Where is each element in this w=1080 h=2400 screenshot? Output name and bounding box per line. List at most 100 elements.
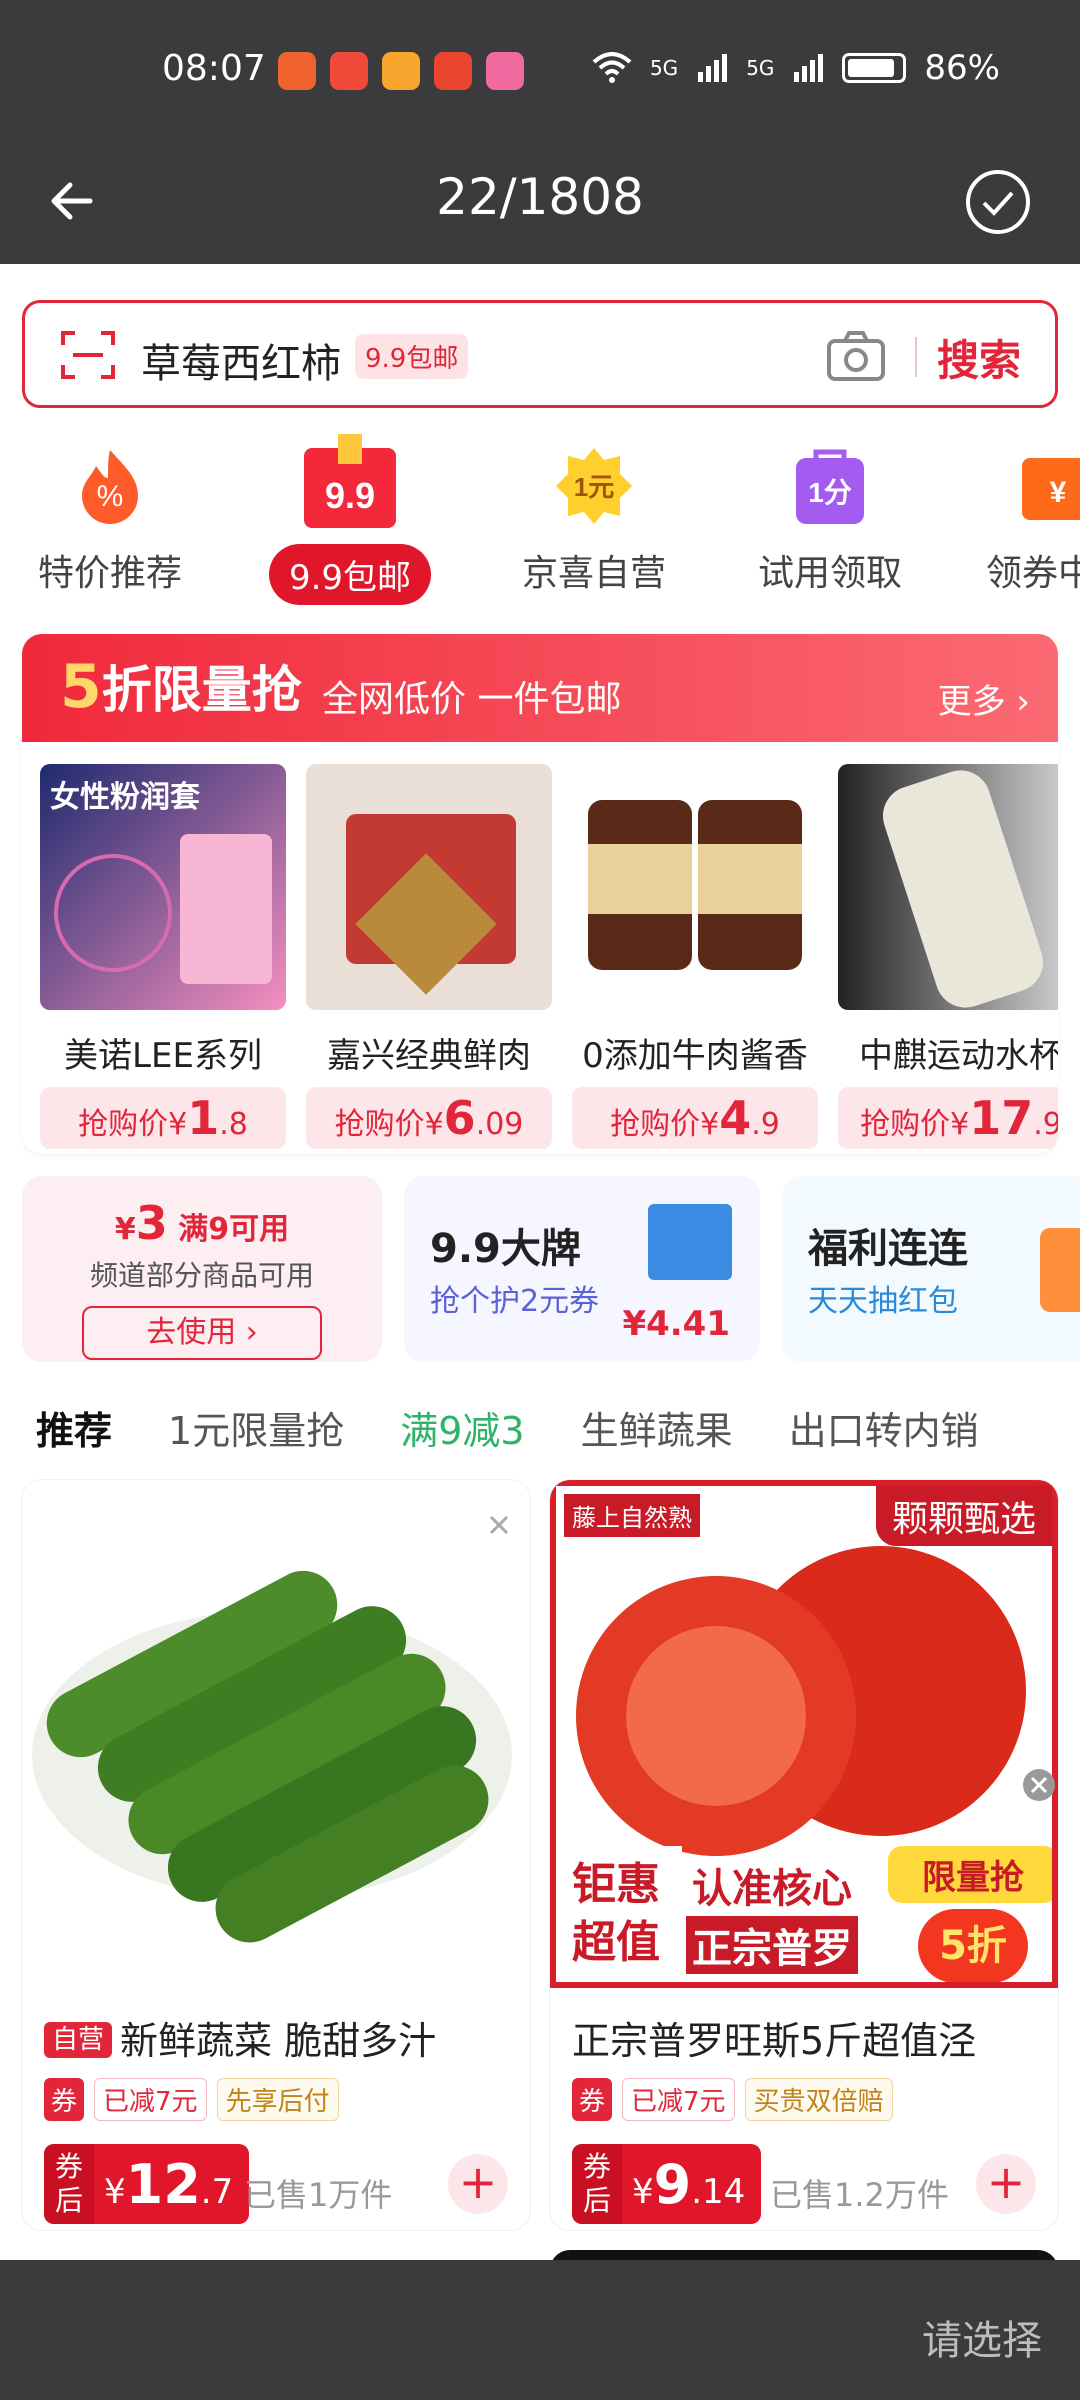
coupon-desc: 频道部分商品可用 <box>89 1259 314 1292</box>
tab-recommend[interactable]: 推荐 <box>36 1400 112 1470</box>
title-bar: 22/1808 <box>0 140 1080 264</box>
flash-sale-section: 5折限量抢 全网低价 一件包邮 更多 › 女性粉润套 美诺LEE系列 抢购价¥1… <box>22 634 1058 1154</box>
tab-fresh[interactable]: 生鲜蔬果 <box>581 1400 733 1470</box>
welfare-title: 福利连连 <box>808 1226 968 1272</box>
app-notification-icon <box>382 52 420 90</box>
promo-row: ¥3 满9可用 频道部分商品可用 去使用 › 9.9大牌 抢个护2元券 ¥4.4… <box>22 1176 1080 1366</box>
product-card[interactable]: 自营 新鲜蔬菜 脆甜多汁 券 已减7元 先享后付 券后 ¥12.7 已售1万件 + <box>22 1480 530 2230</box>
svg-text:9.9: 9.9 <box>325 475 375 516</box>
product-name: 中麒运动水杯 <box>859 1036 1058 1076</box>
network-5g-label: 5G <box>649 56 679 80</box>
category-label: 试用领取 <box>757 553 902 594</box>
product-image <box>306 764 552 1010</box>
brand-card[interactable]: 9.9大牌 抢个护2元券 ¥4.41 <box>404 1176 760 1362</box>
network-5g-label: 5G <box>746 56 775 80</box>
category-item[interactable]: 1分 试用领取 <box>730 430 930 596</box>
check-circle-icon[interactable] <box>962 166 1034 238</box>
search-bar[interactable]: 草莓西红柿 9.9包邮 搜索 <box>22 300 1058 408</box>
product-card[interactable]: 藤上自然熟 颗颗甄选 钜惠 超值 认准核心 正宗普罗 限量抢 5折 正宗普罗旺斯5… <box>550 1480 1058 2230</box>
gift-box-icon: 9.9 <box>300 434 400 530</box>
brand-product-image <box>648 1204 732 1280</box>
svg-text:1元: 1元 <box>574 472 614 502</box>
flash-sale-items: 女性粉润套 美诺LEE系列 抢购价¥1.8 嘉兴经典鲜肉 抢购价¥6.09 0添… <box>40 764 1058 1149</box>
coupon-amount: ¥3 满9可用 <box>114 1196 290 1250</box>
flash-sale-product[interactable]: 中麒运动水杯 抢购价¥17.9 <box>838 764 1058 1149</box>
brand-price: ¥4.41 <box>622 1304 730 1344</box>
svg-text:1分: 1分 <box>808 477 852 508</box>
product-image: 女性粉润套 <box>40 764 286 1010</box>
price-label: 券后 <box>572 2144 622 2224</box>
bag-icon: 1分 <box>788 444 872 528</box>
tab-export[interactable]: 出口转内销 <box>789 1400 979 1470</box>
feed-tabs: 推荐 1元限量抢 满9减3 生鲜蔬果 出口转内销 <box>36 1400 979 1470</box>
category-row: % 特价推荐 9.9 9.9包邮 1元 京喜自营 1分 试用领取 ¥ 领券中 <box>0 430 1080 610</box>
search-button[interactable]: 搜索 <box>937 327 1021 388</box>
page-counter: 22/1808 <box>436 168 644 226</box>
category-label: 9.9包邮 <box>268 544 432 605</box>
flash-sale-header[interactable]: 5折限量抢 全网低价 一件包邮 更多 › <box>22 634 1058 742</box>
image-text: 认准核心 <box>686 1856 858 1914</box>
one-yuan-badge-icon: 1元 <box>552 444 636 528</box>
service-tag: 买贵双倍赔 <box>744 2078 893 2121</box>
next-card-edge <box>550 2250 1058 2260</box>
svg-text:%: % <box>97 480 124 513</box>
close-icon[interactable] <box>488 1514 510 1536</box>
battery-icon <box>842 53 907 83</box>
flash-sale-subtitle: 全网低价 一件包邮 <box>322 679 622 720</box>
coupon-badge: 券 <box>572 2078 613 2121</box>
flash-sale-product[interactable]: 0添加牛肉酱香 抢购价¥4.9 <box>572 764 818 1149</box>
app-notification-icon <box>486 52 524 90</box>
discount-tag: 已减7元 <box>622 2078 735 2121</box>
close-icon[interactable] <box>1022 1768 1056 1802</box>
camera-icon[interactable] <box>825 327 887 385</box>
product-price: 抢购价¥6.09 <box>306 1087 552 1149</box>
price-value: ¥9.14 <box>632 2152 746 2216</box>
product-image <box>572 764 818 1010</box>
use-coupon-button[interactable]: 去使用 › <box>82 1306 322 1360</box>
image-badge: 颗颗甄选 <box>875 1486 1052 1546</box>
search-tag: 9.9包邮 <box>355 334 469 379</box>
flash-sale-product[interactable]: 嘉兴经典鲜肉 抢购价¥6.09 <box>306 764 552 1149</box>
app-notification-icon <box>434 52 472 90</box>
category-item[interactable]: ¥ 领券中 <box>970 430 1080 596</box>
flash-sale-product[interactable]: 女性粉润套 美诺LEE系列 抢购价¥1.8 <box>40 764 286 1149</box>
product-price: 抢购价¥17.9 <box>838 1087 1058 1149</box>
category-item[interactable]: 1元 京喜自营 <box>494 430 694 596</box>
search-query-text[interactable]: 草莓西红柿 <box>141 331 341 389</box>
svg-text:¥: ¥ <box>1050 476 1067 509</box>
bottom-bar: 请选择 <box>0 2260 1080 2400</box>
welfare-subtitle: 天天抽红包 <box>808 1284 958 1319</box>
product-price: 抢购价¥1.8 <box>40 1087 286 1149</box>
add-to-cart-button[interactable]: + <box>976 2154 1036 2214</box>
coupon-badge: 券 <box>44 2078 85 2121</box>
product-price: 抢购价¥4.9 <box>572 1087 818 1149</box>
signal-icon <box>698 54 728 82</box>
select-button[interactable]: 请选择 <box>922 2308 1042 2366</box>
coupon-card[interactable]: ¥3 满9可用 频道部分商品可用 去使用 › <box>22 1176 382 1362</box>
price-box: 券后 ¥12.7 <box>44 2144 250 2224</box>
status-bar: 08:07 5G 5G 86% <box>0 0 1080 140</box>
flash-sale-more-link[interactable]: 更多 › <box>938 674 1030 723</box>
brand-subtitle: 抢个护2元券 <box>430 1284 600 1319</box>
category-item[interactable]: % 特价推荐 <box>10 430 210 596</box>
product-image: 藤上自然熟 颗颗甄选 钜惠 超值 认准核心 正宗普罗 限量抢 5折 <box>550 1480 1058 1988</box>
product-name: 美诺LEE系列 <box>64 1036 262 1076</box>
product-image <box>22 1480 530 1988</box>
welfare-card[interactable]: 福利连连 天天抽红包 <box>782 1176 1080 1362</box>
image-text: 钜惠 超值 <box>562 1846 682 1982</box>
sold-count: 已售1万件 <box>244 2176 393 2214</box>
product-tags: 券 已减7元 先享后付 <box>44 2078 339 2121</box>
product-title: 自营 新鲜蔬菜 脆甜多汁 <box>44 2010 436 2065</box>
tab-one-yuan[interactable]: 1元限量抢 <box>168 1400 344 1470</box>
category-label: 特价推荐 <box>37 553 182 594</box>
red-packet-icon <box>1040 1228 1080 1312</box>
price-box: 券后 ¥9.14 <box>572 2144 762 2224</box>
add-to-cart-button[interactable]: + <box>448 2154 508 2214</box>
scan-icon[interactable] <box>59 327 117 383</box>
category-item-active[interactable]: 9.9 9.9包邮 <box>250 430 450 605</box>
battery-percent: 86% <box>924 48 1000 88</box>
tab-discount[interactable]: 满9减3 <box>400 1400 524 1470</box>
product-tags: 券 已减7元 买贵双倍赔 <box>572 2078 893 2121</box>
screenshot-content: 草莓西红柿 9.9包邮 搜索 % 特价推荐 9.9 9.9包邮 1元 京喜自营 <box>0 264 1080 2260</box>
product-title: 正宗普罗旺斯5斤超值泾 <box>572 2019 977 2063</box>
